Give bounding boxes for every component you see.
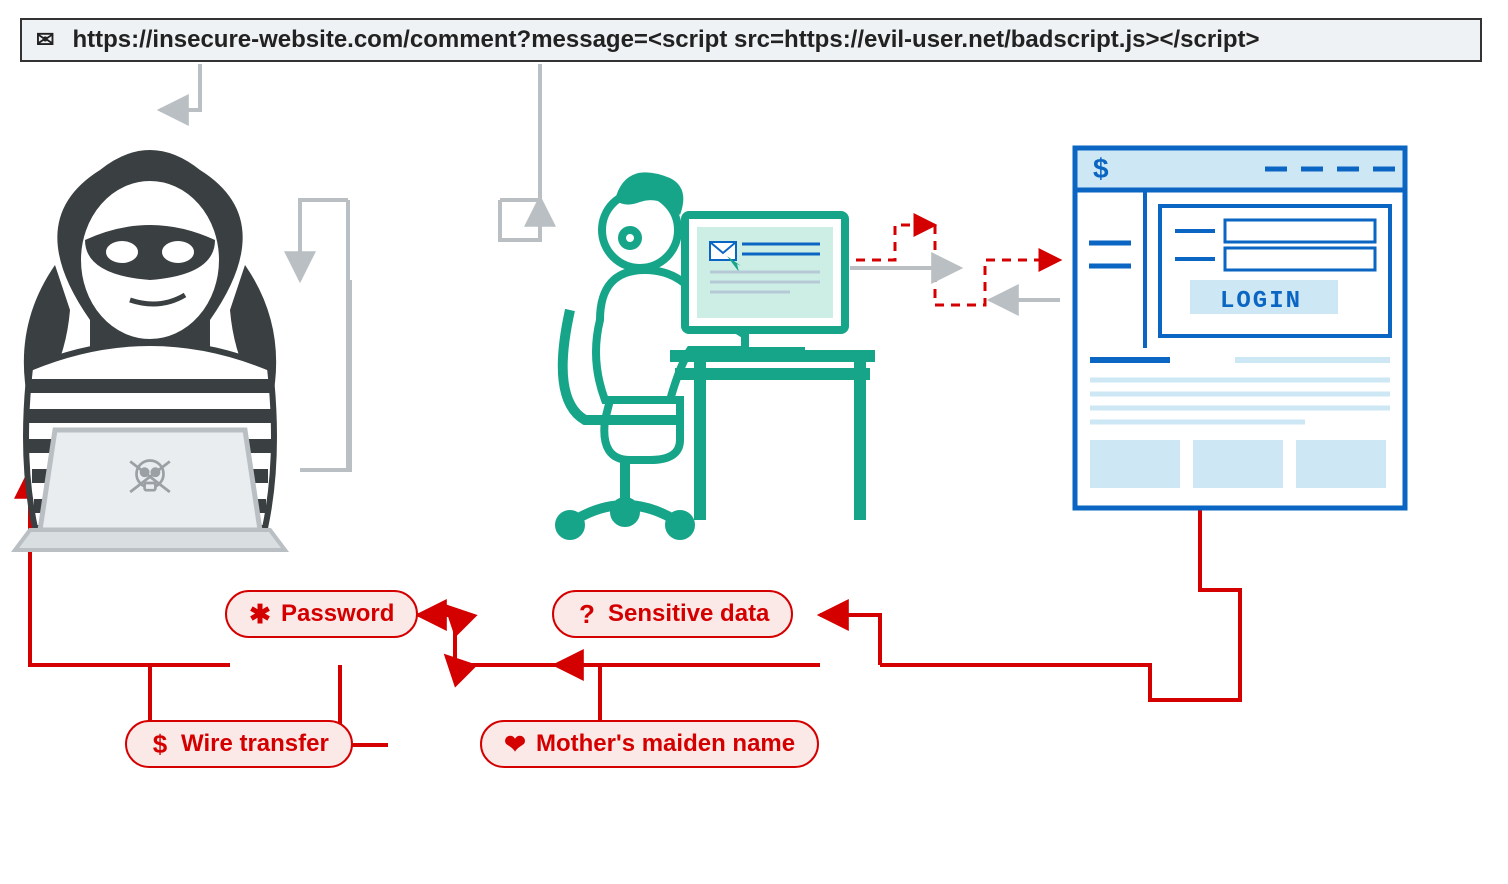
pill-wire: $ Wire transfer <box>125 720 353 768</box>
victim-illustration <box>560 172 875 535</box>
flow-victim-to-site <box>840 225 1060 305</box>
desk <box>670 356 875 520</box>
pill-label: Mother's maiden name <box>536 730 795 758</box>
url-bar: ✉ https://insecure-website.com/comment?m… <box>20 18 1482 62</box>
attacker-laptop <box>15 430 285 550</box>
pill-sensitive: ? Sensitive data <box>552 590 793 638</box>
pill-label: Wire transfer <box>181 730 329 758</box>
url-text: https://insecure-website.com/comment?mes… <box>72 26 1259 54</box>
pill-label: Password <box>281 600 394 628</box>
bank-window: $ <box>1075 148 1405 508</box>
login-label[interactable]: LOGIN <box>1187 288 1335 318</box>
pill-password: ✱ Password <box>225 590 418 638</box>
mail-icon: ✉ <box>36 27 54 53</box>
victim-monitor <box>685 215 845 352</box>
pill-label: Sensitive data <box>608 600 769 628</box>
dollar-icon: $ <box>1093 153 1109 184</box>
skull-icon <box>130 461 170 493</box>
asterisk-icon: ✱ <box>249 601 271 627</box>
dollar-icon: $ <box>149 731 171 757</box>
heart-icon: ❤ <box>504 731 526 757</box>
attacker-illustration <box>15 150 285 550</box>
pill-maiden: ❤ Mother's maiden name <box>480 720 819 768</box>
question-icon: ? <box>576 601 598 627</box>
